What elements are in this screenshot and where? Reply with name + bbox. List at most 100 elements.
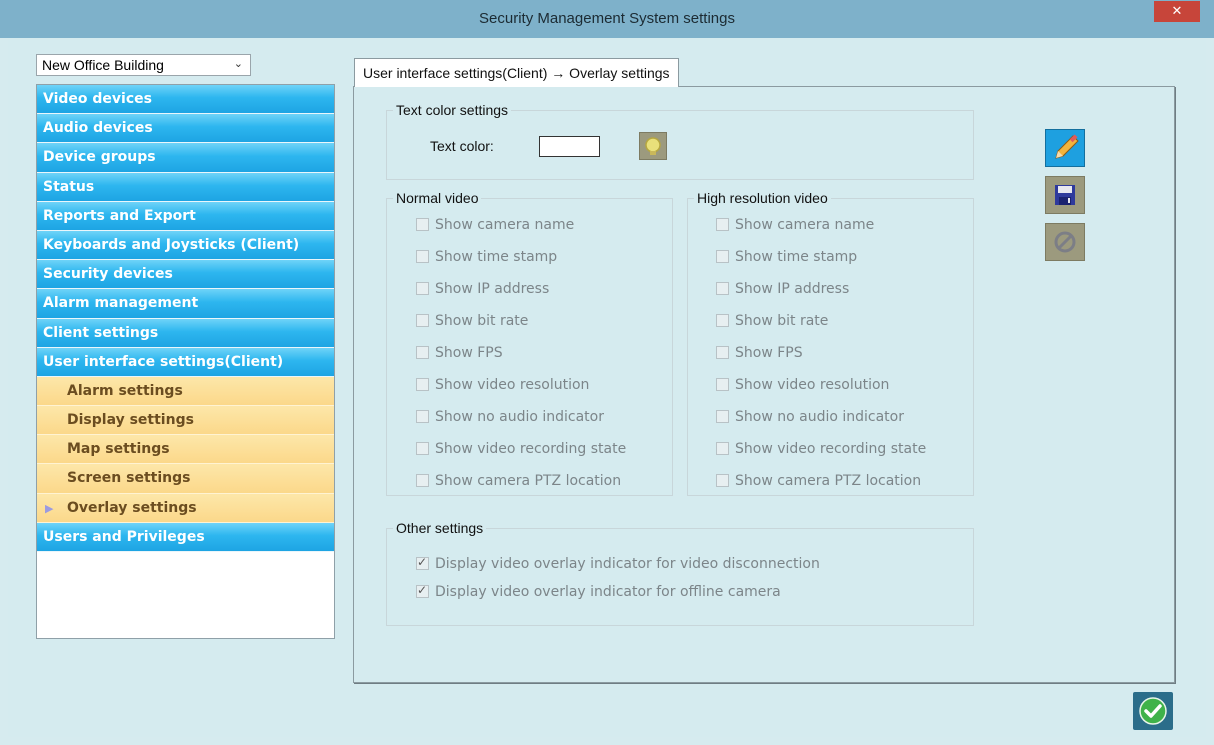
high-res-video-option[interactable]: Show camera PTZ location (716, 473, 921, 489)
checkbox[interactable] (716, 314, 729, 327)
nav-item-label: Alarm management (43, 295, 199, 312)
normal-video-option[interactable]: Show time stamp (416, 249, 557, 265)
save-button[interactable] (1045, 176, 1085, 214)
checkbox[interactable] (416, 555, 429, 570)
checkbox[interactable] (416, 583, 429, 598)
checkbox[interactable] (416, 282, 429, 295)
nav-item-audio-devices[interactable]: Audio devices (37, 114, 334, 144)
nav-item-label: Reports and Export (43, 207, 196, 224)
floppy-disk-icon (1055, 185, 1075, 205)
edit-button[interactable] (1045, 129, 1085, 167)
normal-video-option[interactable]: Show FPS (416, 345, 503, 361)
nav-item-label: Client settings (43, 324, 159, 341)
checkbox-label: Show time stamp (735, 249, 858, 265)
nav-item-reports-and-export[interactable]: Reports and Export (37, 201, 334, 231)
high-res-video-option[interactable]: Show video recording state (716, 441, 926, 457)
nav-item-label: User interface settings(Client) (43, 353, 284, 370)
normal-video-option[interactable]: Show camera PTZ location (416, 473, 621, 489)
checkbox[interactable] (716, 218, 729, 231)
checkbox-label: Show video resolution (735, 377, 890, 393)
nav-item-label: Audio devices (43, 120, 153, 137)
close-button[interactable]: ✕ (1154, 1, 1200, 22)
other-settings-group: Other settings (386, 520, 974, 626)
checkbox[interactable] (416, 218, 429, 231)
checkbox[interactable] (716, 410, 729, 423)
checkbox-label: Show video resolution (435, 377, 590, 393)
nav-item-status[interactable]: Status (37, 172, 334, 202)
checkbox-label: Show no audio indicator (735, 409, 904, 425)
checkbox[interactable] (716, 474, 729, 487)
nav-item-label: Users and Privileges (43, 528, 205, 545)
ok-button[interactable] (1133, 692, 1173, 730)
nav-subitem-overlay-settings[interactable]: ▶ Overlay settings (37, 493, 334, 523)
checkbox-label: Show camera PTZ location (435, 473, 622, 489)
site-dropdown-value: New Office Building (42, 57, 164, 73)
checkbox[interactable] (716, 442, 729, 455)
nav-subitem-display-settings[interactable]: Display settings (37, 406, 334, 436)
high-res-video-option[interactable]: Show camera name (716, 217, 874, 233)
high-res-video-option[interactable]: Show no audio indicator (716, 409, 904, 425)
nav-subitem-alarm-settings[interactable]: Alarm settings (37, 376, 334, 407)
pencil-icon (1055, 134, 1079, 159)
high-res-video-option[interactable]: Show FPS (716, 345, 803, 361)
normal-video-option[interactable]: Show video recording state (416, 441, 626, 457)
nav-item-alarm-management[interactable]: Alarm management (37, 289, 334, 319)
high-res-video-option[interactable]: Show video resolution (716, 377, 889, 393)
nav-item-video-devices[interactable]: Video devices (37, 85, 334, 115)
other-settings-legend: Other settings (396, 520, 484, 536)
nav-item-label: Status (43, 178, 95, 195)
tab-overlay-settings[interactable]: User interface settings(Client) → Overla… (354, 58, 679, 87)
nav-subitem-screen-settings[interactable]: Screen settings (37, 464, 334, 494)
checkbox[interactable] (416, 442, 429, 455)
checkbox[interactable] (416, 250, 429, 263)
text-color-legend: Text color settings (396, 102, 509, 118)
high-res-video-option[interactable]: Show time stamp (716, 249, 857, 265)
high-res-video-option[interactable]: Show IP address (716, 281, 849, 297)
title-bar[interactable]: Security Management System settings ✕ (0, 0, 1214, 38)
color-picker-button[interactable] (639, 132, 667, 160)
nav-item-label: Device groups (43, 149, 156, 166)
checkbox[interactable] (716, 346, 729, 359)
checkbox[interactable] (416, 410, 429, 423)
checkbox-label: Display video overlay indicator for offl… (435, 584, 781, 600)
checkbox-label: Show camera name (735, 217, 875, 233)
cancel-button[interactable] (1045, 223, 1085, 261)
checkbox-label: Show IP address (735, 281, 850, 297)
checkmark-icon (1139, 697, 1167, 725)
checkbox[interactable] (716, 282, 729, 295)
checkbox-label: Show time stamp (435, 249, 558, 265)
other-settings-option[interactable]: Display video overlay indicator for vide… (416, 555, 820, 572)
checkbox[interactable] (716, 250, 729, 263)
nav-item-security-devices[interactable]: Security devices (37, 260, 334, 290)
normal-video-option[interactable]: Show bit rate (416, 313, 528, 329)
high-res-video-option[interactable]: Show bit rate (716, 313, 828, 329)
normal-video-option[interactable]: Show camera name (416, 217, 574, 233)
checkbox-label: Display video overlay indicator for vide… (435, 556, 820, 572)
normal-video-option[interactable]: Show no audio indicator (416, 409, 604, 425)
checkbox[interactable] (416, 378, 429, 391)
selected-arrow-icon: ▶ (45, 501, 54, 515)
cancel-icon (1054, 231, 1076, 253)
nav-item-device-groups[interactable]: Device groups (37, 143, 334, 173)
checkbox[interactable] (416, 474, 429, 487)
other-settings-option[interactable]: Display video overlay indicator for offl… (416, 583, 781, 600)
checkbox-label: Show bit rate (735, 313, 829, 329)
nav-item-keyboards-and-joysticks-client[interactable]: Keyboards and Joysticks (Client) (37, 230, 334, 261)
normal-video-option[interactable]: Show IP address (416, 281, 549, 297)
checkbox[interactable] (716, 378, 729, 391)
site-dropdown[interactable]: New Office Building ⌄ (36, 54, 251, 76)
nav-item-label: Display settings (67, 412, 194, 429)
tab-label: User interface settings(Client) → Overla… (363, 65, 670, 81)
text-color-swatch[interactable] (539, 136, 600, 157)
nav-subitem-map-settings[interactable]: Map settings (37, 435, 334, 465)
checkbox[interactable] (416, 314, 429, 327)
checkbox[interactable] (416, 346, 429, 359)
nav-item-label: Video devices (43, 91, 152, 107)
nav-item-client-settings[interactable]: Client settings (37, 318, 334, 348)
nav-item-users-and-privileges[interactable]: Users and Privileges (37, 522, 334, 552)
nav-item-label: Keyboards and Joysticks (Client) (43, 236, 300, 253)
nav-item-user-interface-settings-client[interactable]: User interface settings(Client) (37, 347, 334, 377)
window-title: Security Management System settings (479, 10, 735, 27)
checkbox-label: Show camera PTZ location (735, 473, 922, 489)
normal-video-option[interactable]: Show video resolution (416, 377, 589, 393)
